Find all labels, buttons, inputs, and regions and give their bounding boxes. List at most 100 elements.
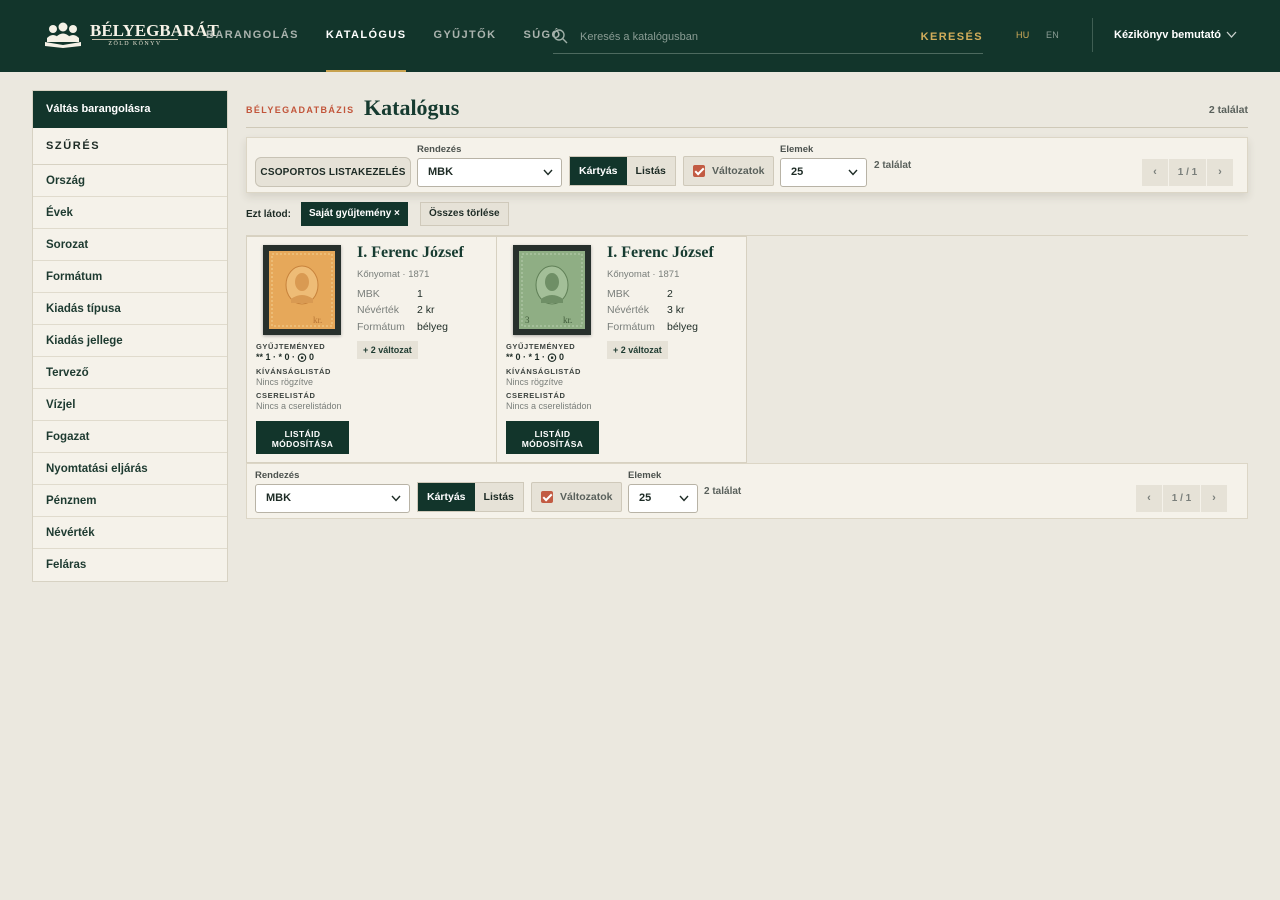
variants-checkbox[interactable]: Változatok [683,156,774,186]
brand-logo[interactable]: BÉLYEGBARÁT ZÖLD KÖNYV [44,20,219,50]
catalog-toolbar-bottom: Rendezés MBK Kártyás Listás Változatok E… [246,463,1248,519]
sidebar-item-fogazat[interactable]: Fogazat [33,421,227,453]
view-toggle: Kártyás Listás [569,156,676,186]
meta-key-nevertek: Névérték [607,304,650,316]
result-count-inline: 2 találat [874,160,912,171]
sidebar-item-feláras[interactable]: Feláras [33,549,227,581]
edit-lists-button-line2: MÓDOSÍTÁSA [521,438,584,449]
result-count-inline: 2 találat [704,486,742,497]
view-cards-button[interactable]: Kártyás [418,483,475,511]
chevron-down-icon[interactable] [1226,31,1237,39]
meta-value-nevertek: 3 kr [667,304,685,316]
sidebar-item-penznem[interactable]: Pénznem [33,485,227,517]
search-button[interactable]: KERESÉS [921,26,983,48]
page-title: Katalógus [364,95,460,120]
lang-hu[interactable]: HU [1016,30,1030,40]
chevron-down-icon [391,495,401,502]
meta-key-mbk: MBK [607,288,630,300]
filter-chip-own-collection[interactable]: Saját gyűjtemény × [301,202,408,226]
active-filters-label: Ezt látod: [246,209,291,220]
meta-key-formatum: Formátum [357,321,405,333]
variants-badge[interactable]: + 2 változat [607,341,668,359]
card-title[interactable]: I. Ferenc József [357,244,464,262]
prev-page-button[interactable]: ‹ [1136,485,1162,512]
next-page-button[interactable]: › [1201,485,1227,512]
checkbox-checked-icon [693,165,705,177]
meta-key-formatum: Formátum [607,321,655,333]
items-label: Elemek [628,470,662,481]
sort-select[interactable]: MBK [255,484,410,513]
sort-select[interactable]: MBK [417,158,562,187]
wishlist-label: KÍVÁNSÁGLISTÁD [256,367,332,376]
switch-to-browse-button[interactable]: Váltás barangolásra [33,91,227,128]
stamp-portrait-image: kr. [269,251,335,329]
collection-value: ** 0 · * 1 · ⨀ 0 [506,352,565,362]
sidebar-item-formatum[interactable]: Formátum [33,261,227,293]
svg-text:kr.: kr. [313,315,322,325]
items-per-page-select[interactable]: 25 [628,484,698,513]
meta-value-mbk: 2 [667,288,673,300]
meta-value-formatum: bélyeg [667,321,698,333]
sidebar-item-vizjel[interactable]: Vízjel [33,389,227,421]
sort-select-value: MBK [428,166,454,178]
wishlist-value: Nincs rögzítve [506,377,564,387]
sidebar-item-orszag[interactable]: Ország [33,165,227,197]
view-list-button[interactable]: Listás [474,483,523,511]
stamp-card[interactable]: kr. I. Ferenc József Kőnyomat · 1871 MBK… [246,236,497,463]
lang-en[interactable]: EN [1046,30,1059,40]
edit-lists-button[interactable]: LISTÁID MÓDOSÍTÁSA [506,421,599,454]
items-per-page-select[interactable]: 25 [780,158,867,187]
brand-subtitle: ZÖLD KÖNYV [92,39,178,47]
collection-label: GYŰJTEMÉNYED [256,342,326,351]
stamp-image[interactable]: kr. [263,245,341,335]
nav-item-barangolas[interactable]: BARANGOLÁS [206,0,299,72]
stamp-image[interactable]: 3 kr. [513,245,591,335]
variants-label: Változatok [712,165,765,177]
clear-all-filters-button[interactable]: Összes törlése [420,202,509,226]
sidebar-item-nevertek[interactable]: Névérték [33,517,227,549]
items-select-value: 25 [791,166,804,178]
top-header: BÉLYEGBARÁT ZÖLD KÖNYV BARANGOLÁS KATALÓ… [0,0,1280,72]
sidebar-item-kiadas-tipusa[interactable]: Kiadás típusa [33,293,227,325]
variants-badge[interactable]: + 2 változat [357,341,418,359]
main-nav: BARANGOLÁS KATALÓGUS GYŰJTŐK SÚGÓ [206,0,588,72]
manual-dropdown[interactable]: Kézikönyv bemutató [1114,29,1221,41]
items-label: Elemek [780,144,814,155]
stamp-card[interactable]: 3 kr. I. Ferenc József Kőnyomat · 1871 M… [496,236,747,463]
filter-title: SZŰRÉS [33,128,227,165]
collection-value: ** 1 · * 0 · ⨀ 0 [256,352,315,362]
search-input[interactable] [580,26,900,48]
tradelist-label: CSERELISTÁD [506,391,566,400]
stamp-portrait-image: 3 kr. [519,251,585,329]
nav-item-gyujtok[interactable]: GYŰJTŐK [433,0,496,72]
sidebar-item-nyomtatasi-eljaras[interactable]: Nyomtatási eljárás [33,453,227,485]
search-icon [553,29,568,44]
chevron-down-icon [848,169,858,176]
items-select-value: 25 [639,492,652,504]
view-cards-button[interactable]: Kártyás [570,157,627,185]
variants-label: Változatok [560,491,613,503]
view-toggle: Kártyás Listás [417,482,524,512]
catalog-toolbar-top: CSOPORTOS LISTAKEZELÉS Rendezés MBK Kárt… [246,137,1248,193]
next-page-button[interactable]: › [1207,159,1233,186]
sidebar-item-kiadas-jellege[interactable]: Kiadás jellege [33,325,227,357]
prev-page-button[interactable]: ‹ [1142,159,1168,186]
page-indicator: 1 / 1 [1169,159,1206,186]
sidebar-item-tervezo[interactable]: Tervező [33,357,227,389]
wishlist-label: KÍVÁNSÁGLISTÁD [506,367,582,376]
card-title[interactable]: I. Ferenc József [607,244,714,262]
view-list-button[interactable]: Listás [626,157,675,185]
filter-sidebar: Váltás barangolásra SZŰRÉS Ország Évek S… [32,90,228,582]
brand-name: BÉLYEGBARÁT [90,21,219,40]
pagination: ‹ 1 / 1 › [1136,485,1228,512]
sidebar-item-sorozat[interactable]: Sorozat [33,229,227,261]
stamp-collectors-logo-icon [45,22,81,48]
edit-lists-button[interactable]: LISTÁID MÓDOSÍTÁSA [256,421,349,454]
bulk-list-management-button[interactable]: CSOPORTOS LISTAKEZELÉS [255,157,411,187]
nav-item-katalogus[interactable]: KATALÓGUS [325,0,407,72]
variants-checkbox[interactable]: Változatok [531,482,622,512]
pagination: ‹ 1 / 1 › [1142,159,1234,186]
tradelist-label: CSERELISTÁD [256,391,316,400]
tradelist-value: Nincs a cserelistádon [256,401,342,411]
sidebar-item-evek[interactable]: Évek [33,197,227,229]
